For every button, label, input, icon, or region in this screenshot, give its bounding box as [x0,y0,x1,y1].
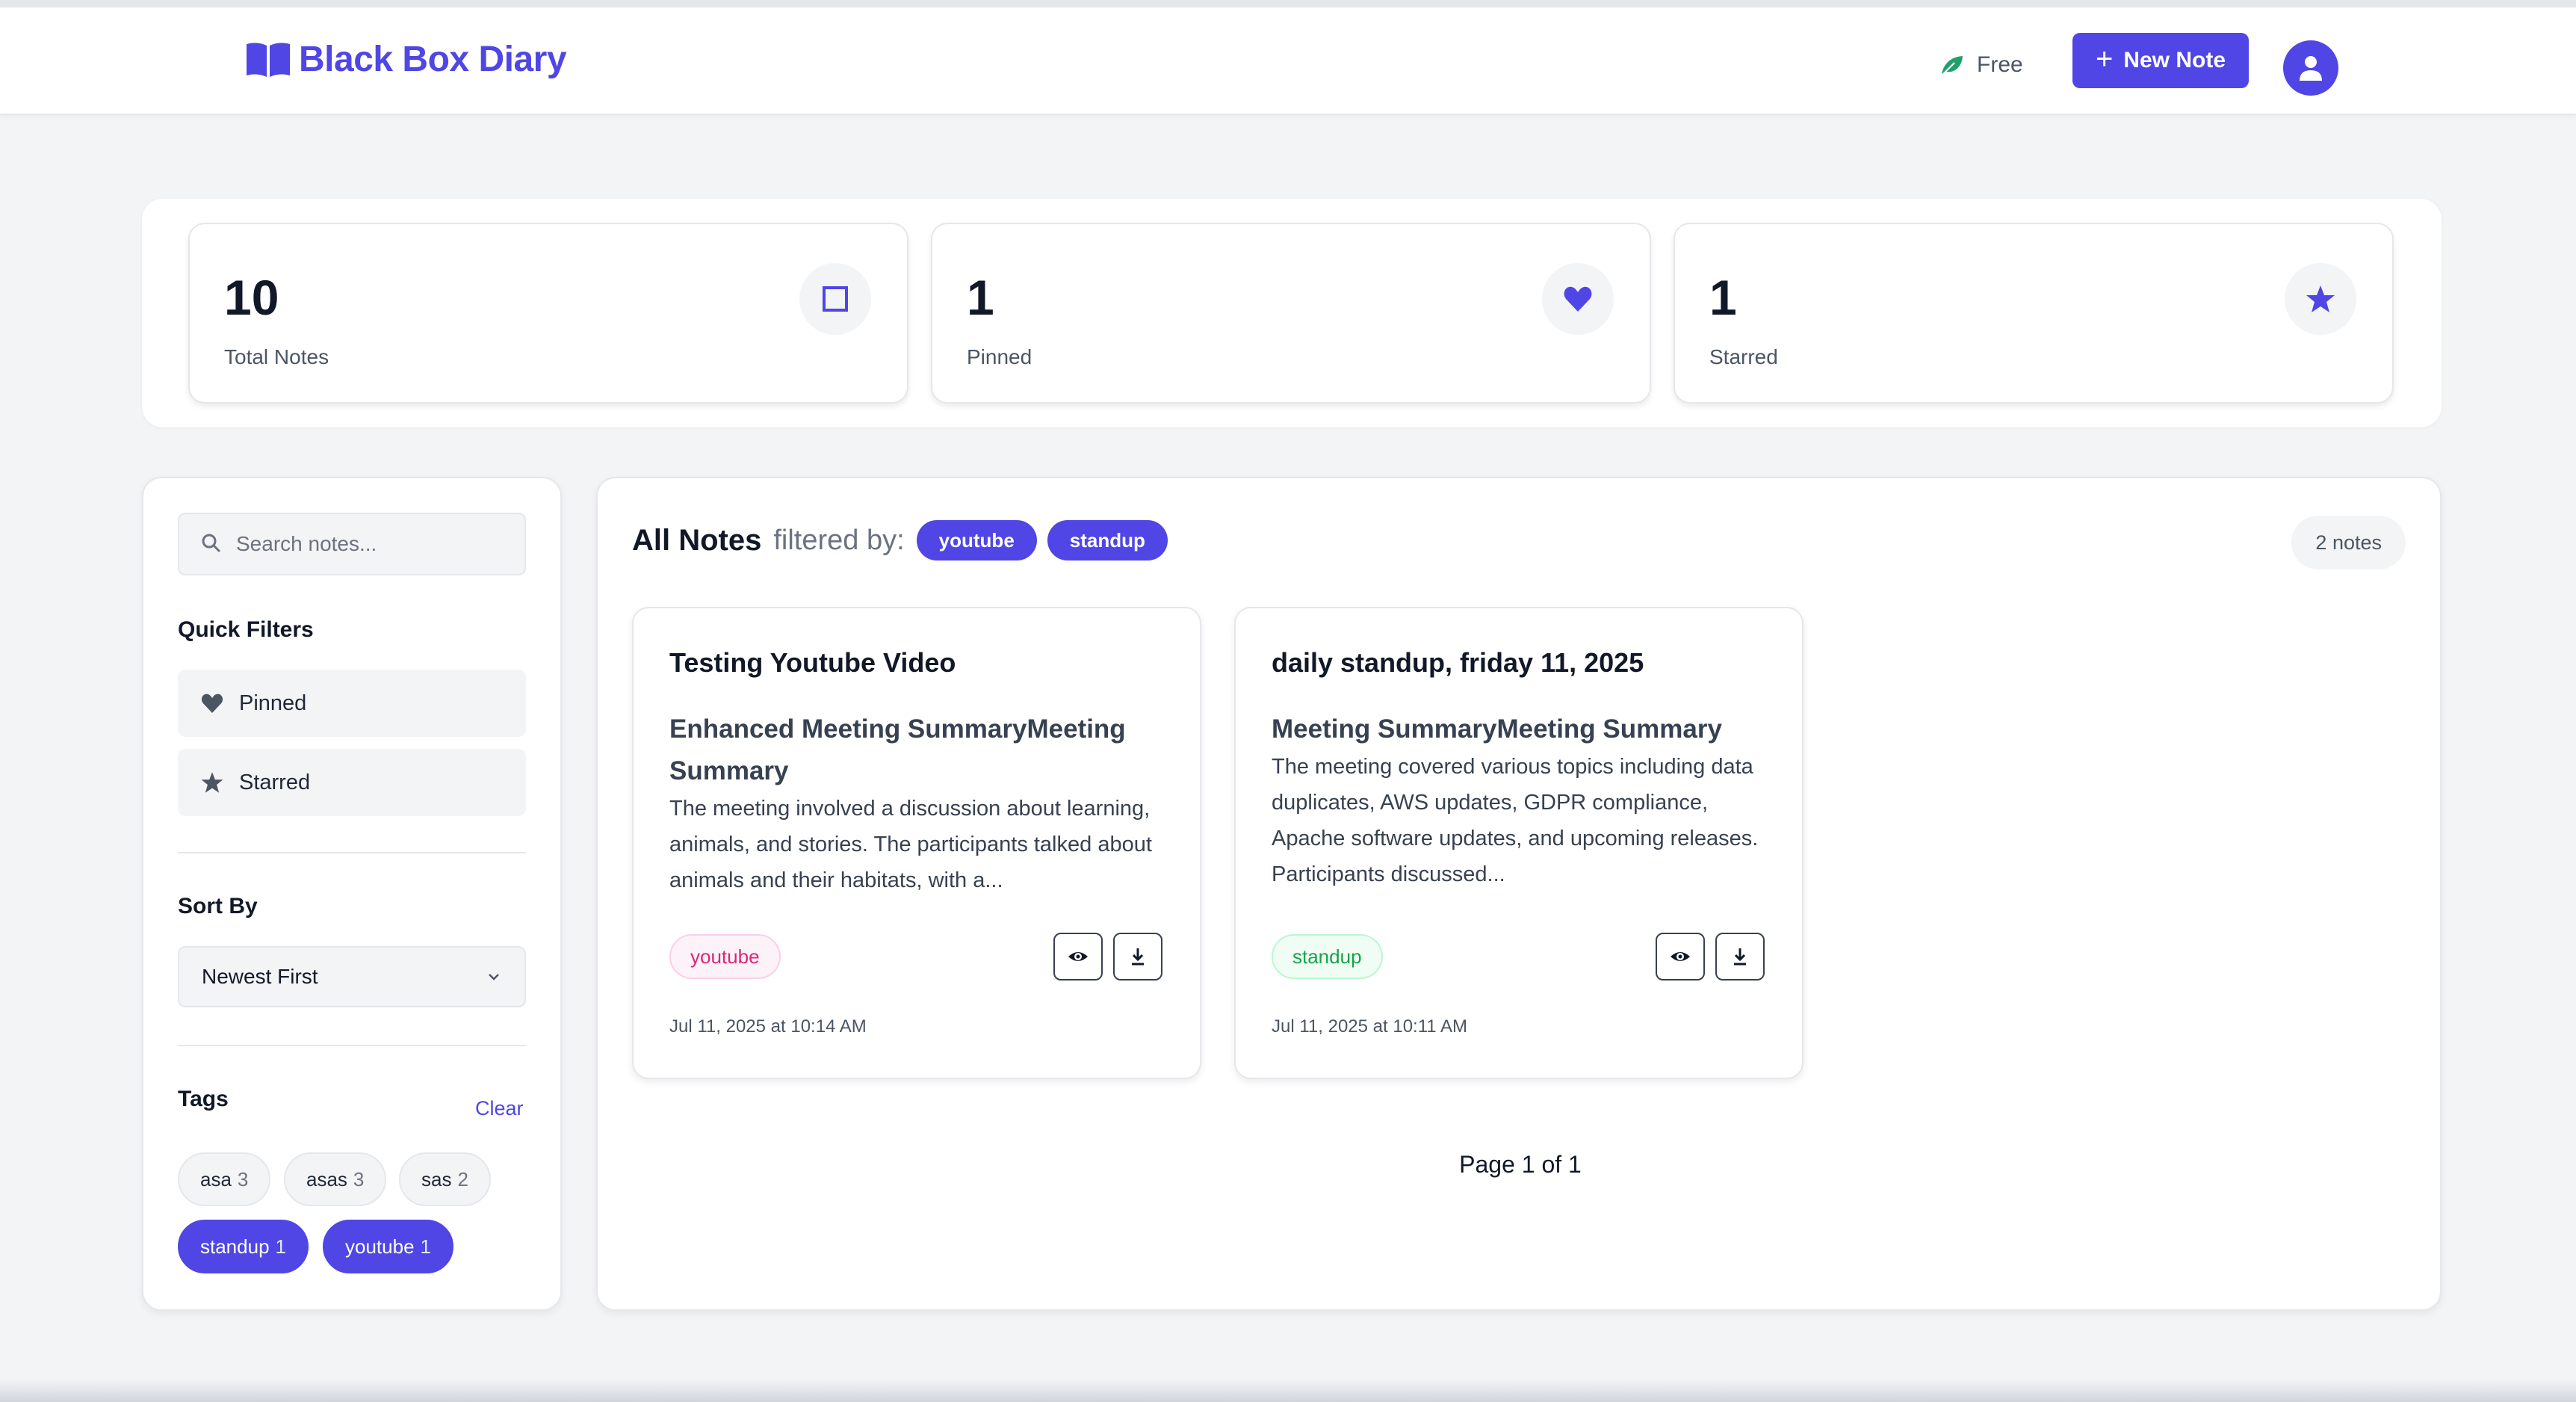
clear-tags-link[interactable]: Clear [475,1097,524,1120]
stat-value: 10 [224,270,279,325]
note-subtitle: Meeting SummaryMeeting Summary [1272,714,1722,744]
stat-card-pinned: 1 Pinned [931,223,1651,404]
note-title: Testing Youtube Video [669,647,956,678]
notes-panel: All Notes filtered by: youtube standup 2… [596,477,2442,1311]
window-bottom-edge [0,1380,2576,1402]
tag-count: 3 [237,1167,249,1191]
divider [178,852,526,853]
search-box[interactable] [178,513,526,575]
note-card[interactable]: daily standup, friday 11, 2025 Meeting S… [1234,607,1803,1079]
book-icon [247,42,290,77]
divider [178,1045,526,1046]
plus-icon: + [2095,43,2114,75]
tags-title: Tags [178,1087,229,1111]
download-button[interactable] [1715,933,1765,981]
note-card[interactable]: Testing Youtube Video Enhanced Meeting S… [632,607,1201,1079]
tag-count: 1 [275,1235,286,1258]
window-top-border [0,0,2576,7]
sort-value: Newest First [202,965,318,988]
leaf-icon [1942,56,1963,75]
brand[interactable]: Black Box Diary [244,39,567,80]
pagination-label: Page 1 of 1 [1459,1151,1582,1178]
heart-icon [201,694,223,713]
quick-filter-label: Starred [239,770,311,794]
star-icon [201,772,223,793]
download-icon [1132,948,1144,966]
active-filter-youtube[interactable]: youtube [916,520,1037,561]
stat-label: Total Notes [224,345,329,368]
note-preview: The meeting covered various topics inclu… [1272,755,1759,886]
download-icon [1734,948,1746,966]
heart-icon [1542,263,1614,335]
eye-icon [1671,952,1690,961]
stat-label: Starred [1709,345,1778,368]
new-note-label: New Note [2123,48,2226,72]
note-tag[interactable]: standup [1272,934,1383,979]
note-date: Jul 11, 2025 at 10:11 AM [1272,1016,1467,1037]
page-title: All Notes [632,523,762,557]
user-avatar[interactable] [2283,40,2338,96]
plan-indicator: Free [1939,52,2023,78]
note-date: Jul 11, 2025 at 10:14 AM [669,1016,867,1037]
square-icon [799,263,871,335]
tag-chip-sas[interactable]: sas 2 [399,1152,491,1206]
plan-label: Free [1977,52,2023,77]
quick-filters-title: Quick Filters [178,617,314,642]
tag-chip-standup[interactable]: standup 1 [178,1220,309,1273]
tag-name: asas [306,1167,347,1191]
stat-label: Pinned [967,345,1032,368]
search-input[interactable] [236,514,520,574]
note-title: daily standup, friday 11, 2025 [1272,647,1644,678]
sort-select[interactable]: Newest First [178,946,526,1007]
note-tag[interactable]: youtube [669,934,781,979]
tag-name: youtube [345,1235,415,1258]
active-filter-standup[interactable]: standup [1047,520,1168,561]
tag-name: sas [421,1167,452,1191]
tag-chip-asa[interactable]: asa 3 [178,1152,271,1206]
view-button[interactable] [1656,933,1705,981]
quick-filter-label: Pinned [239,691,307,715]
note-preview: The meeting involved a discussion about … [669,797,1152,892]
notes-header: All Notes filtered by: youtube standup [632,520,1168,561]
stats-panel: 10 Total Notes 1 Pinned 1 Starred [142,199,2442,427]
new-note-button[interactable]: + New Note [2072,33,2249,88]
stat-card-total: 10 Total Notes [188,223,908,404]
quick-filter-pinned[interactable]: Pinned [178,670,526,737]
eye-icon [1068,952,1088,961]
user-icon [2300,56,2322,81]
brand-title: Black Box Diary [299,40,567,79]
tag-chip-asas[interactable]: asas 3 [284,1152,387,1206]
search-icon [202,534,221,553]
download-button[interactable] [1113,933,1162,981]
tag-count: 1 [420,1235,431,1258]
tag-count: 3 [353,1167,365,1191]
chevron-down-icon [489,974,499,981]
star-icon [2285,263,2356,335]
quick-filter-starred[interactable]: Starred [178,749,526,816]
tag-name: asa [200,1167,232,1191]
tag-chip-youtube[interactable]: youtube 1 [323,1220,453,1273]
sort-by-title: Sort By [178,894,258,918]
sidebar: Quick Filters Pinned Starred Sort By New… [142,477,562,1311]
view-button[interactable] [1053,933,1103,981]
filtered-by-label: filtered by: [773,524,905,556]
tag-count: 2 [457,1167,468,1191]
notes-count-badge: 2 notes [2291,516,2406,569]
stat-card-starred: 1 Starred [1674,223,2394,404]
stat-value: 1 [967,270,994,325]
note-subtitle: Enhanced Meeting SummaryMeeting Summary [669,714,1126,785]
tag-name: standup [200,1235,270,1258]
app-header: Black Box Diary Free + New Note [0,7,2576,115]
stat-value: 1 [1709,270,1737,325]
